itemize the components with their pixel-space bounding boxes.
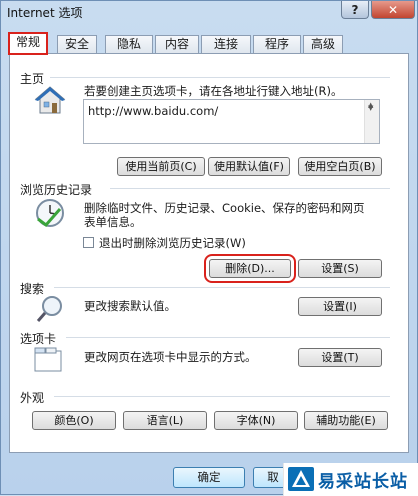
tab-security[interactable]: 安全 xyxy=(57,35,97,53)
tab-advanced[interactable]: 高级 xyxy=(303,35,343,53)
tabs-settings-button[interactable]: 设置(T) xyxy=(298,348,382,367)
section-divider xyxy=(110,188,390,189)
scroll-down-icon[interactable]: ▼ xyxy=(368,104,373,142)
home-icon xyxy=(34,85,66,118)
history-clock-icon xyxy=(34,197,66,232)
window-title: Internet 选项 xyxy=(7,6,83,20)
close-button[interactable]: ✕ xyxy=(371,1,415,19)
tabs-window-icon xyxy=(34,347,64,376)
tab-programs[interactable]: 程序 xyxy=(253,35,301,53)
title-bar[interactable]: Internet 选项 ? ✕ xyxy=(1,1,417,27)
section-divider xyxy=(66,337,390,338)
use-default-button[interactable]: 使用默认值(F) xyxy=(208,157,290,176)
section-divider xyxy=(54,287,390,288)
homepage-description: 若要创建主页选项卡，请在各地址行键入地址(R)。 xyxy=(84,84,343,98)
address-scrollbar[interactable]: ▲ ▼ xyxy=(364,100,379,143)
internet-options-dialog: Internet 选项 ? ✕ 常规 安全 隐私 内容 连接 程序 高级 主页 … xyxy=(0,0,418,496)
history-section-title: 浏览历史记录 xyxy=(20,183,93,197)
general-tab-panel: 主页 若要创建主页选项卡，请在各地址行键入地址(R)。 http://www.b… xyxy=(9,53,409,453)
watermark-text: 易采站长站 xyxy=(318,472,408,492)
section-divider xyxy=(54,396,390,397)
delete-on-exit-label: 退出时删除浏览历史记录(W) xyxy=(99,236,246,250)
tab-content[interactable]: 内容 xyxy=(155,35,199,53)
accessibility-button[interactable]: 辅助功能(E) xyxy=(304,411,388,430)
fonts-button[interactable]: 字体(N) xyxy=(214,411,298,430)
delete-on-exit-checkbox[interactable] xyxy=(83,237,94,248)
help-button[interactable]: ? xyxy=(341,1,369,19)
use-blank-button[interactable]: 使用空白页(B) xyxy=(298,157,382,176)
history-settings-button[interactable]: 设置(S) xyxy=(298,259,382,278)
search-magnifier-icon xyxy=(36,294,66,327)
watermark-logo-icon xyxy=(288,467,314,491)
homepage-url-value: http://www.baidu.com/ xyxy=(88,104,219,118)
search-description: 更改搜索默认值。 xyxy=(84,299,176,313)
history-description-line2: 表单信息。 xyxy=(84,215,142,229)
tab-general[interactable]: 常规 xyxy=(8,32,48,55)
tab-connections[interactable]: 连接 xyxy=(201,35,251,53)
delete-history-button[interactable]: 删除(D)... xyxy=(204,254,296,283)
history-description-line1: 删除临时文件、历史记录、Cookie、保存的密码和网页 xyxy=(84,201,365,215)
tabs-section-title: 选项卡 xyxy=(20,332,57,346)
homepage-address-input[interactable]: http://www.baidu.com/ ▲ ▼ xyxy=(83,99,380,144)
section-divider xyxy=(50,77,390,78)
tab-privacy[interactable]: 隐私 xyxy=(105,35,153,53)
search-settings-button[interactable]: 设置(I) xyxy=(298,297,382,316)
languages-button[interactable]: 语言(L) xyxy=(123,411,207,430)
use-current-button[interactable]: 使用当前页(C) xyxy=(117,157,205,176)
tabs-description: 更改网页在选项卡中显示的方式。 xyxy=(84,350,257,364)
appearance-section-title: 外观 xyxy=(20,391,45,405)
colors-button[interactable]: 颜色(O) xyxy=(32,411,116,430)
site-watermark: 易采站长站 xyxy=(283,463,418,496)
ok-button[interactable]: 确定 xyxy=(173,467,245,488)
